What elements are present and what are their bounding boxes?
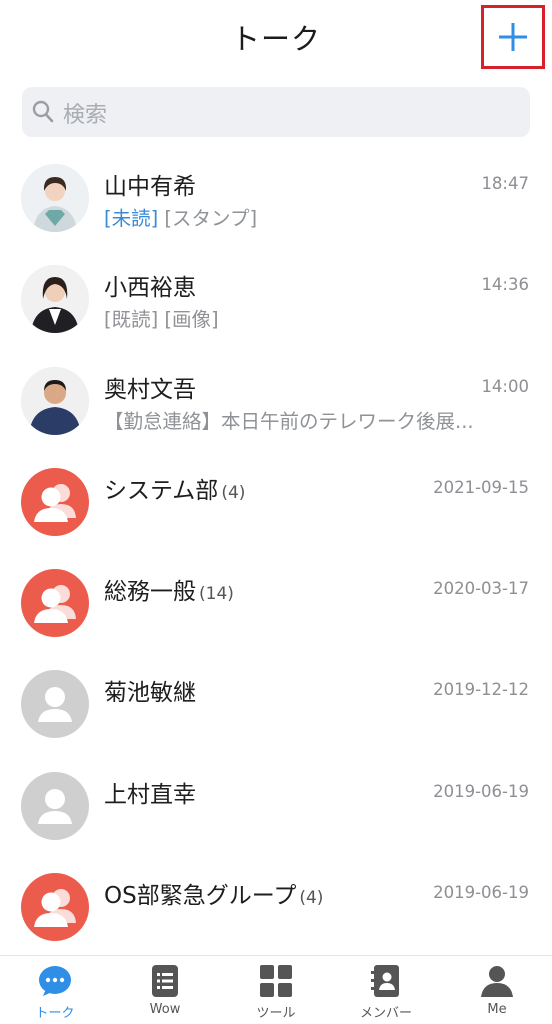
tab-label: Wow — [149, 1002, 181, 1017]
tab-label: Me — [487, 1002, 507, 1017]
conversation-row[interactable]: OS部緊急グループ (4) 2019-06-19 — [0, 859, 552, 960]
list-icon — [152, 965, 178, 997]
user-photo-icon — [21, 265, 89, 334]
tab-tools[interactable]: ツール — [221, 956, 331, 1024]
person-icon — [38, 687, 72, 723]
conversation-time: 2019-12-12 — [433, 680, 529, 700]
page-title: トーク — [230, 22, 321, 56]
member-count: (14) — [199, 584, 234, 605]
group-avatar — [21, 467, 89, 536]
tab-talk[interactable]: トーク — [0, 956, 110, 1024]
conversation-preview: [既読] [画像] — [104, 308, 219, 332]
conversation-time: 2019-06-19 — [433, 781, 529, 801]
bottom-tab-bar: トーク Wow ツール メンバー Me — [0, 955, 552, 1024]
group-icon — [34, 483, 76, 522]
conversation-row[interactable]: 奥村文吾 14:00 【勤怠連絡】本日午前のテレワーク後展... — [0, 353, 552, 454]
person-icon — [38, 788, 72, 824]
conversation-name: システム部 (4) — [104, 477, 246, 504]
conversation-preview: 【勤怠連絡】本日午前のテレワーク後展... — [104, 409, 474, 433]
conversation-time: 2021-09-15 — [433, 477, 529, 497]
group-avatar — [21, 873, 89, 942]
member-count: (4) — [299, 888, 324, 909]
tab-label: メンバー — [359, 1006, 412, 1021]
conversation-name: 小西裕恵 — [104, 275, 196, 302]
group-icon — [34, 585, 76, 624]
conversation-name: 総務一般 (14) — [104, 579, 234, 606]
member-count: (4) — [221, 482, 246, 503]
conversation-name: 山中有希 — [104, 174, 196, 200]
person-icon — [481, 966, 513, 997]
unread-status: [未読] — [104, 207, 159, 230]
tab-label: ツール — [256, 1006, 296, 1021]
search-icon — [32, 100, 54, 123]
conversation-time: 14:00 — [481, 376, 529, 396]
add-button[interactable] — [481, 5, 545, 69]
conversation-row[interactable]: 上村直幸 2019-06-19 — [0, 758, 552, 859]
conversation-name: OS部緊急グループ (4) — [104, 883, 324, 910]
user-avatar — [21, 771, 89, 840]
conversation-preview: [未読] [スタンプ] — [104, 207, 258, 230]
grid-icon — [260, 965, 292, 997]
conversation-row[interactable]: システム部 (4) 2021-09-15 — [0, 454, 552, 555]
conversation-time: 2019-06-19 — [433, 883, 529, 903]
avatar — [21, 265, 89, 334]
conversation-row[interactable]: 菊池敏継 2019-12-12 — [0, 656, 552, 757]
group-icon — [34, 889, 76, 928]
user-photo-icon — [21, 164, 89, 232]
contacts-icon — [371, 965, 399, 997]
conversation-name: 上村直幸 — [104, 781, 196, 808]
avatar — [21, 366, 89, 435]
user-avatar — [21, 670, 89, 739]
conversation-row[interactable]: 総務一般 (14) 2020-03-17 — [0, 555, 552, 656]
search-input[interactable]: 検索 — [22, 87, 530, 137]
conversation-time: 2020-03-17 — [433, 579, 529, 599]
conversation-row[interactable]: 小西裕恵 14:36 [既読] [画像] — [0, 251, 552, 352]
tab-members[interactable]: メンバー — [331, 956, 441, 1024]
conversation-time: 18:47 — [481, 174, 529, 193]
conversation-row[interactable]: 山中有希 18:47 [未読] [スタンプ] — [0, 150, 552, 251]
conversation-name: 奥村文吾 — [104, 376, 196, 403]
chat-bubble-icon — [39, 966, 71, 996]
avatar — [21, 164, 89, 232]
tab-me[interactable]: Me — [442, 956, 552, 1024]
conversation-name: 菊池敏継 — [104, 680, 196, 707]
search-placeholder: 検索 — [63, 103, 108, 128]
tab-label: トーク — [35, 1006, 75, 1021]
top-bar: トーク — [0, 0, 552, 78]
plus-icon — [499, 23, 527, 51]
group-avatar — [21, 569, 89, 638]
conversation-time: 14:36 — [481, 275, 529, 295]
user-photo-icon — [21, 366, 89, 435]
conversation-list: 山中有希 18:47 [未読] [スタンプ] 小西裕恵 14:36 [既読] [… — [0, 150, 552, 960]
tab-wow[interactable]: Wow — [110, 956, 220, 1024]
